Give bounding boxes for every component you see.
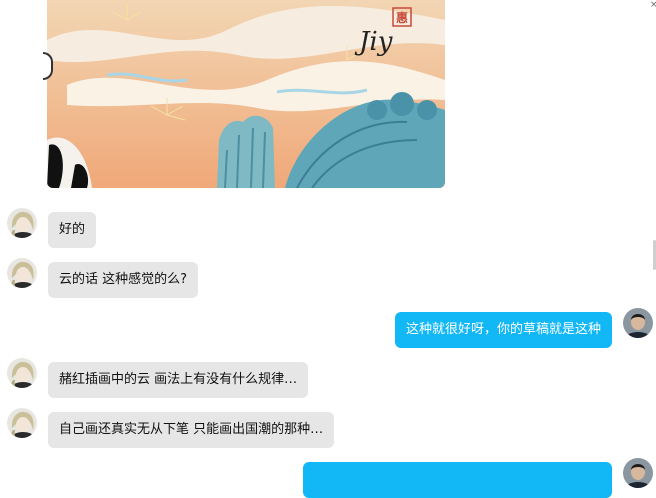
avatar[interactable] — [623, 458, 653, 488]
close-icon[interactable]: × — [650, 0, 656, 10]
chat-image[interactable]: 惠 Jiy + — [47, 0, 445, 188]
avatar[interactable] — [7, 358, 37, 388]
signature: Jiy — [354, 27, 393, 57]
avatar[interactable] — [7, 258, 37, 288]
message-bubble[interactable]: 赭红插画中的云 画法上有没有什么规律… — [48, 362, 309, 398]
message-bubble[interactable]: 好的 — [48, 212, 97, 248]
avatar-icon — [7, 408, 37, 438]
message-bubble[interactable] — [303, 462, 612, 498]
illustration-image: 惠 Jiy — [47, 0, 445, 188]
stamp-text: 惠 — [396, 10, 408, 25]
avatar[interactable] — [7, 408, 37, 438]
message-bubble[interactable]: 这种就很好呀，你的草稿就是这种 — [394, 312, 612, 348]
message-bubble[interactable]: 自己画还真实无从下笔 只能画出国潮的那种… — [48, 412, 335, 448]
avatar-icon — [7, 358, 37, 388]
avatar-icon — [623, 458, 653, 488]
avatar-icon — [7, 258, 37, 288]
message-bubble[interactable]: 云的话 这种感觉的么? — [48, 262, 199, 298]
avatar-icon — [623, 308, 653, 338]
avatar-icon — [7, 208, 37, 238]
avatar[interactable] — [623, 308, 653, 338]
avatar[interactable] — [7, 208, 37, 238]
